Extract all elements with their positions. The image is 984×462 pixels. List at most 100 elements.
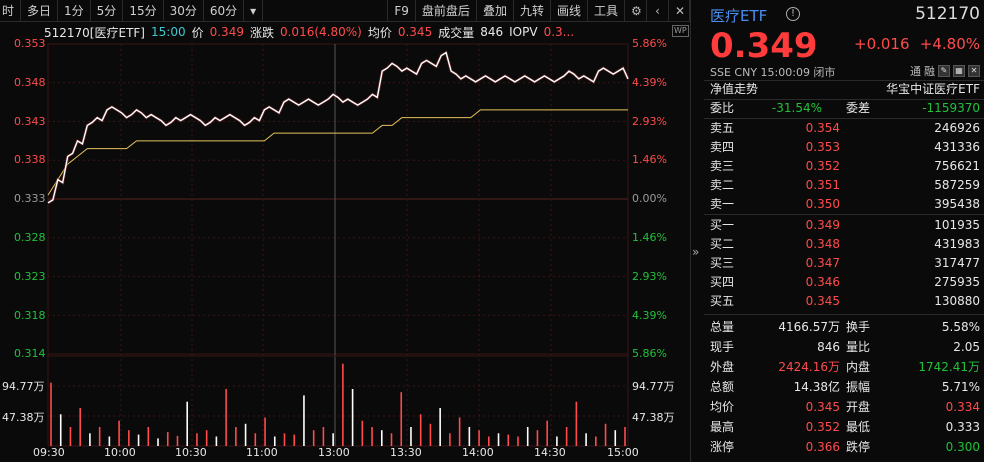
stat-value: 0.352 xyxy=(805,420,840,434)
collapse-panel-icon[interactable]: » xyxy=(692,245,699,259)
stats-row: 涨停 0.366 跌停 0.300 xyxy=(704,438,984,457)
stat-label: 跌停 xyxy=(846,440,871,454)
stock-app: 时 多日 1分 5分 15分 30分 60分 ▾ F9 盘前盘后 叠加 九转 画… xyxy=(0,0,984,462)
stats-row: 现手 846 量比 2.05 xyxy=(704,338,984,357)
rong-badge[interactable]: 融 xyxy=(924,63,935,79)
stat-label: 总量 xyxy=(710,320,735,334)
price-change-pct: +4.80% xyxy=(919,35,980,53)
avg-price-line xyxy=(47,109,628,196)
pencil-icon[interactable]: ✎ xyxy=(938,65,950,77)
book-volume: 431983 xyxy=(934,237,980,251)
stat-value: 4166.57万 xyxy=(778,320,840,334)
stat-value: 0.334 xyxy=(945,400,980,414)
bid-row[interactable]: 买一 0.349 101935 xyxy=(704,216,984,235)
close-icon[interactable]: ✕ xyxy=(968,65,980,77)
price-tick-label: 0.333 xyxy=(14,192,46,206)
tong-badge[interactable]: 通 xyxy=(910,63,921,79)
stat-value: 0.300 xyxy=(945,440,980,454)
pct-tick-label: 4.39% xyxy=(632,308,667,322)
bid-row[interactable]: 买五 0.345 130880 xyxy=(704,292,984,311)
bid-row[interactable]: 买三 0.347 317477 xyxy=(704,254,984,273)
stat-label: 换手 xyxy=(846,320,871,334)
ask-row[interactable]: 卖四 0.353 431336 xyxy=(704,138,984,157)
book-price: 0.350 xyxy=(805,197,840,211)
quote-panel: 医疗ETF ! 512170 0.349 +0.016 +4.80% SSE C… xyxy=(704,0,984,462)
price-change: +0.016 xyxy=(854,35,910,53)
book-price: 0.352 xyxy=(805,159,840,173)
stat-label: 外盘 xyxy=(710,360,735,374)
stats-row: 最高 0.352 最低 0.333 xyxy=(704,418,984,437)
grid-icon[interactable]: ▦ xyxy=(953,65,965,77)
security-name[interactable]: 医疗ETF xyxy=(710,5,767,26)
divider xyxy=(704,214,984,215)
book-volume: 395438 xyxy=(934,197,980,211)
nav-label: 净值走势 xyxy=(710,82,759,96)
pct-tick-label: 5.86% xyxy=(632,347,667,361)
volume-tick-label: 94.77万 xyxy=(632,380,675,393)
price-tick-label: 0.328 xyxy=(14,231,46,244)
book-price: 0.349 xyxy=(805,218,840,232)
stat-value: 0.345 xyxy=(805,400,840,414)
stat-value: 14.38亿 xyxy=(793,380,840,394)
ask-row[interactable]: 卖五 0.354 246926 xyxy=(704,119,984,138)
ask-row[interactable]: 卖三 0.352 756621 xyxy=(704,157,984,176)
book-level-label: 卖四 xyxy=(710,140,735,154)
book-level-label: 卖三 xyxy=(710,159,735,173)
time-tick-label: 10:00 xyxy=(104,446,136,459)
stat-value: 1742.41万 xyxy=(918,360,980,374)
book-level-label: 卖二 xyxy=(710,178,735,192)
time-tick-label: 14:00 xyxy=(462,446,494,459)
weicha-value: -1159370 xyxy=(922,101,980,115)
book-level-label: 买二 xyxy=(710,237,735,251)
volume-tick-label: 47.38万 xyxy=(2,411,45,424)
price-tick-label: 0.353 xyxy=(14,37,46,50)
weibi-label: 委比 xyxy=(710,101,735,115)
stats-row: 均价 0.345 开盘 0.334 xyxy=(704,398,984,417)
book-price: 0.346 xyxy=(805,275,840,289)
price-tick-label: 0.318 xyxy=(14,308,46,322)
book-volume: 130880 xyxy=(934,294,980,308)
book-volume: 587259 xyxy=(934,178,980,192)
time-tick-label: 09:30 xyxy=(33,446,65,459)
bid-row[interactable]: 买二 0.348 431983 xyxy=(704,235,984,254)
weicha-label: 委差 xyxy=(846,101,871,115)
stat-label: 最低 xyxy=(846,420,871,434)
stat-value: 846 xyxy=(817,340,840,354)
time-tick-label: 13:30 xyxy=(390,446,422,459)
stat-label: 最高 xyxy=(710,420,735,434)
stat-label: 振幅 xyxy=(846,380,871,394)
stat-value: 2424.16万 xyxy=(778,360,840,374)
book-volume: 246926 xyxy=(934,121,980,135)
ask-row[interactable]: 卖一 0.350 395438 xyxy=(704,195,984,214)
intraday-chart[interactable] xyxy=(0,0,690,462)
stat-value: 5.71% xyxy=(941,380,980,394)
stats-row: 外盘 2424.16万 内盘 1742.41万 xyxy=(704,358,984,377)
bid-row[interactable]: 买四 0.346 275935 xyxy=(704,273,984,292)
ask-row[interactable]: 卖二 0.351 587259 xyxy=(704,176,984,195)
pct-tick-label: 1.46% xyxy=(632,153,667,167)
stat-value: 2.05 xyxy=(953,340,980,354)
book-price: 0.345 xyxy=(805,294,840,308)
info-icon[interactable]: ! xyxy=(786,7,800,21)
meta-icons: 通 融 ✎ ▦ ✕ xyxy=(910,63,980,79)
price-line xyxy=(47,51,629,204)
nav-index: 华宝中证医疗ETF xyxy=(886,82,980,96)
volume-tick-label: 94.77万 xyxy=(2,380,45,393)
book-price: 0.353 xyxy=(805,140,840,154)
pct-tick-label: 0.00% xyxy=(632,192,667,206)
book-price: 0.348 xyxy=(805,237,840,251)
price-tick-label: 0.348 xyxy=(14,75,46,89)
time-tick-label: 14:30 xyxy=(534,446,566,459)
weibi-row: 委比 -31.54% 委差 -1159370 xyxy=(704,99,984,118)
stat-label: 均价 xyxy=(710,400,735,414)
divider xyxy=(704,314,984,315)
pct-tick-label: 1.46% xyxy=(632,231,667,244)
time-tick-label: 10:30 xyxy=(175,446,207,459)
book-volume: 275935 xyxy=(934,275,980,289)
book-price: 0.351 xyxy=(805,178,840,192)
nav-row[interactable]: 净值走势 华宝中证医疗ETF xyxy=(704,80,984,99)
book-price: 0.347 xyxy=(805,256,840,270)
panel-divider xyxy=(690,0,691,462)
stat-label: 量比 xyxy=(846,340,871,354)
book-level-label: 卖一 xyxy=(710,197,735,211)
